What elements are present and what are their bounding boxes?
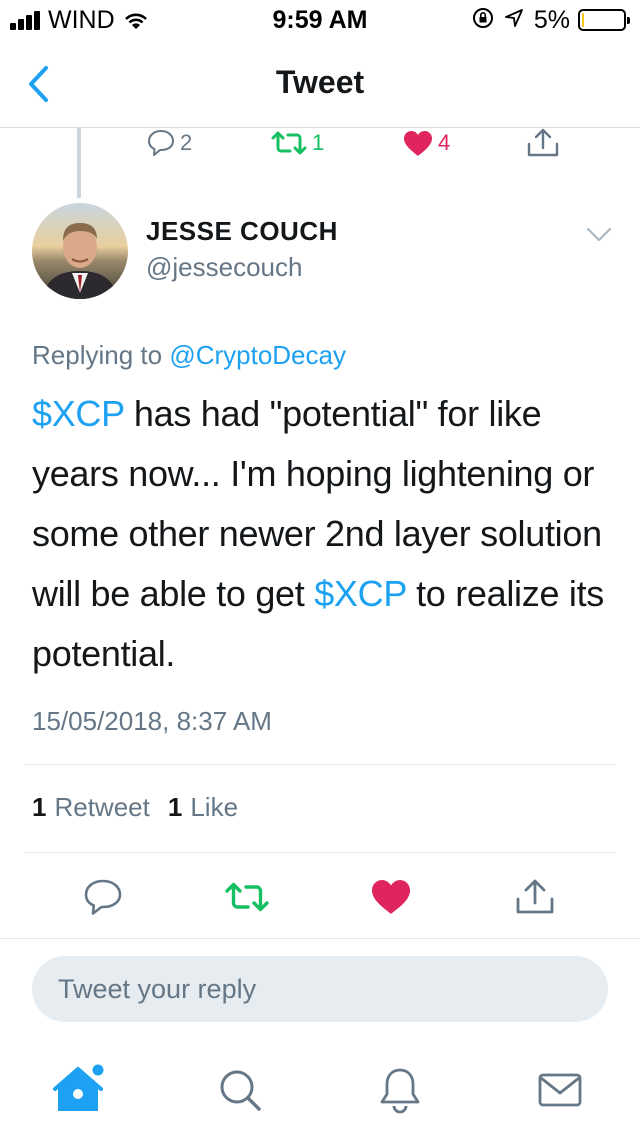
divider — [24, 764, 616, 765]
home-icon — [53, 1064, 104, 1111]
previous-like-button[interactable]: 4 — [402, 128, 450, 158]
tweet-text-cashtag[interactable]: $XCP — [32, 393, 125, 434]
replying-to-prefix: Replying to — [32, 340, 163, 370]
share-icon — [516, 879, 554, 914]
previous-share-button[interactable] — [526, 128, 564, 158]
retweets-stat[interactable]: 1 Retweet — [32, 792, 150, 823]
previous-reply-button[interactable]: 2 — [146, 128, 192, 158]
messages-icon — [538, 1073, 582, 1107]
author-name[interactable]: JESSE COUCH — [146, 216, 338, 247]
reply-input[interactable] — [58, 973, 578, 1005]
battery-icon — [578, 9, 630, 31]
share-button[interactable] — [510, 872, 560, 922]
notifications-icon — [380, 1068, 420, 1114]
page-title: Tweet — [275, 64, 365, 100]
retweets-count: 1 — [32, 792, 47, 822]
tweet-text-cashtag[interactable]: $XCP — [314, 573, 407, 614]
previous-retweet-count: 1 — [312, 130, 325, 155]
divider — [0, 938, 640, 939]
reply-button[interactable] — [78, 872, 128, 922]
tweet-stats: 1 Retweet 1 Like — [32, 792, 256, 823]
likes-stat[interactable]: 1 Like — [168, 792, 238, 823]
replying-to: Replying to @CryptoDecay — [32, 340, 346, 371]
previous-like-count: 4 — [438, 130, 451, 155]
divider — [24, 852, 616, 853]
retweets-label: Retweet — [54, 792, 150, 822]
retweet-icon — [271, 131, 307, 155]
more-options-button[interactable] — [586, 226, 612, 244]
reply-box[interactable] — [32, 956, 608, 1022]
chevron-down-icon — [586, 227, 612, 242]
search-icon — [220, 1070, 261, 1111]
orientation-lock-icon — [472, 7, 494, 34]
retweet-button[interactable] — [222, 872, 272, 922]
heart-icon — [404, 131, 432, 156]
previous-retweet-button[interactable]: 1 — [270, 128, 324, 158]
share-icon — [527, 128, 559, 157]
retweet-icon — [225, 882, 269, 912]
tab-bar — [0, 1050, 640, 1136]
reply-icon — [84, 879, 122, 915]
tweet-timestamp: 15/05/2018, 8:37 AM — [32, 706, 272, 736]
location-arrow-icon — [504, 8, 524, 33]
likes-label: Like — [190, 792, 239, 822]
tab-notifications[interactable] — [370, 1060, 430, 1120]
previous-tweet-actions: 2 1 4 — [0, 128, 640, 168]
heart-icon — [372, 880, 410, 914]
previous-reply-count: 2 — [180, 130, 193, 155]
avatar[interactable] — [32, 203, 128, 299]
tab-search[interactable] — [210, 1060, 270, 1120]
like-button[interactable] — [366, 872, 416, 922]
tab-home[interactable] — [50, 1060, 110, 1120]
author-handle[interactable]: @jessecouch — [146, 252, 302, 283]
replying-to-mention[interactable]: @CryptoDecay — [169, 340, 346, 370]
reply-icon — [148, 130, 174, 156]
tweet-actions — [0, 872, 640, 922]
nav-bar: Tweet — [0, 40, 640, 128]
status-bar: WIND 9:59 AM 5% — [0, 0, 640, 40]
tweet-text: $XCP has had "potential" for like years … — [32, 384, 622, 684]
tab-messages[interactable] — [530, 1060, 590, 1120]
battery-percent: 5% — [533, 5, 570, 34]
likes-count: 1 — [167, 792, 183, 822]
